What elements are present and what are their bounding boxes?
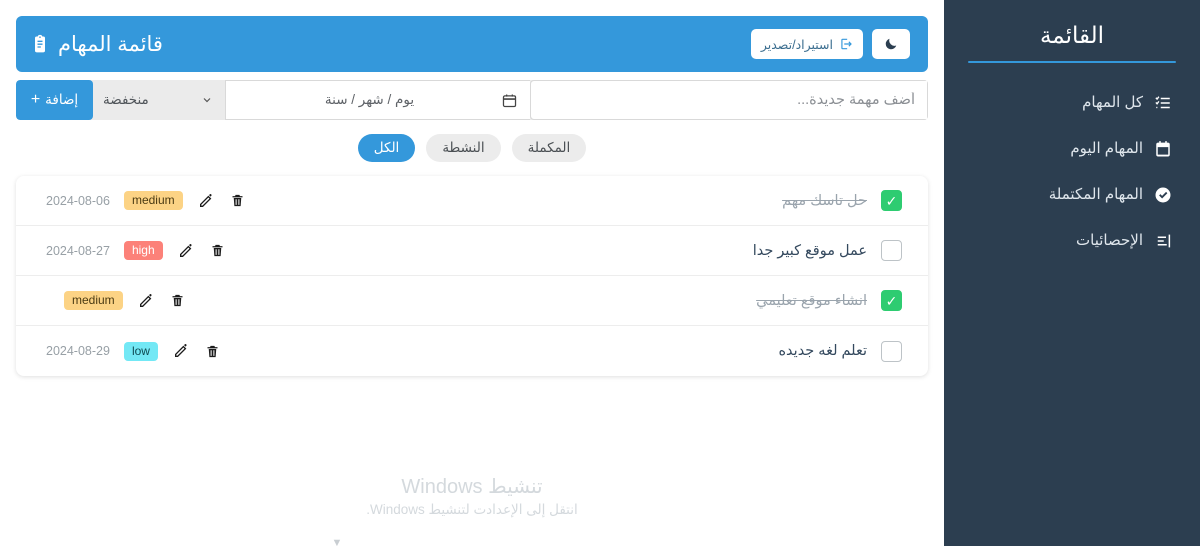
sidebar-item-label: كل المهام [1082, 94, 1143, 111]
calendar-icon[interactable] [501, 92, 518, 109]
task-checkbox[interactable]: ✓ [881, 190, 902, 211]
edit-task-button[interactable] [177, 242, 195, 260]
task-title[interactable]: تعلم لغه جديده [778, 343, 867, 359]
sidebar-item-label: المهام اليوم [1070, 140, 1143, 157]
scroll-indicator[interactable]: ▼ [330, 538, 344, 546]
priority-select-value: منخفضة [103, 92, 149, 107]
task-due-date: 2024-08-06 [46, 193, 110, 208]
filter-tabs: المكملة النشطة الكل [16, 134, 928, 162]
sidebar-item-all-tasks[interactable]: كل المهام [968, 85, 1176, 120]
new-task-input[interactable] [530, 80, 928, 120]
clipboard-icon [30, 33, 50, 55]
task-meta: 2024-08-27 high [46, 241, 227, 260]
task-main: ✓ حل تاسك مهم [782, 190, 902, 211]
task-main: عمل موقع كبير جدا [753, 240, 902, 261]
trash-icon [230, 193, 245, 208]
priority-badge: medium [64, 291, 123, 310]
task-title[interactable]: عمل موقع كبير جدا [753, 243, 867, 259]
sidebar: القائمة كل المهام المهام اليوم المهام ال… [944, 0, 1200, 546]
moon-icon [884, 37, 898, 51]
tab-active[interactable]: النشطة [426, 134, 501, 162]
tab-all[interactable]: الكل [357, 134, 416, 162]
table-row: ✓ حل تاسك مهم 2024-08-06 medium [16, 176, 928, 226]
delete-task-button[interactable] [169, 292, 187, 310]
calendar-icon [1153, 139, 1172, 158]
sidebar-nav: كل المهام المهام اليوم المهام المكتملة ا… [968, 85, 1176, 258]
sidebar-item-completed-tasks[interactable]: المهام المكتملة [968, 177, 1176, 212]
windows-activation-watermark: تنشيط Windows انتقل إلى الإعدادت لتنشيط … [0, 474, 944, 520]
watermark-line-2: انتقل إلى الإعدادت لتنشيط Windows. [366, 502, 578, 517]
page-title: قائمة المهام [58, 32, 163, 56]
sidebar-divider [968, 61, 1176, 63]
task-title[interactable]: انشاء موقع تعليمي [756, 293, 867, 309]
dark-mode-toggle-button[interactable] [872, 29, 910, 59]
import-export-button[interactable]: استيراد/تصدير [750, 29, 863, 59]
edit-icon [138, 293, 154, 309]
edit-icon [173, 343, 189, 359]
priority-badge: high [123, 241, 163, 260]
table-row: عمل موقع كبير جدا 2024-08-27 high [16, 226, 928, 276]
edit-icon [198, 193, 214, 209]
app-title: قائمة المهام [30, 33, 163, 55]
priority-badge: low [123, 341, 158, 361]
trash-icon [210, 243, 225, 258]
delete-task-button[interactable] [209, 242, 227, 260]
task-due-date: 2024-08-29 [46, 344, 110, 358]
edit-task-button[interactable] [197, 192, 215, 210]
task-meta: 2024-08-06 medium [46, 191, 247, 210]
sidebar-item-statistics[interactable]: الإحصائيات [968, 223, 1176, 258]
bar-chart-icon [1153, 231, 1172, 250]
add-task-row: يوم / شهر / سنة منخفضة إضافة + [16, 80, 928, 120]
list-check-icon [1153, 93, 1172, 112]
task-checkbox[interactable] [881, 240, 902, 261]
task-meta: medium [46, 291, 187, 310]
task-list: ✓ حل تاسك مهم 2024-08-06 medium عمل موقع… [16, 176, 928, 376]
check-circle-icon [1153, 185, 1172, 204]
task-checkbox[interactable]: ✓ [881, 290, 902, 311]
add-task-button[interactable]: إضافة + [16, 80, 93, 120]
sidebar-item-today-tasks[interactable]: المهام اليوم [968, 131, 1176, 166]
trash-icon [205, 344, 220, 359]
check-icon: ✓ [885, 292, 898, 309]
watermark-line-1: تنشيط Windows [401, 476, 543, 498]
task-checkbox[interactable] [881, 340, 902, 362]
priority-badge: medium [123, 191, 183, 210]
priority-select[interactable]: منخفضة [93, 80, 225, 120]
sidebar-item-label: الإحصائيات [1076, 232, 1143, 249]
app-root: استيراد/تصدير قائمة المهام يوم / شهر / س… [0, 0, 1200, 546]
check-icon: ✓ [885, 192, 898, 209]
edit-task-button[interactable] [137, 292, 155, 310]
task-main: تعلم لغه جديده [778, 340, 902, 362]
delete-task-button[interactable] [229, 192, 247, 210]
header-actions: استيراد/تصدير [750, 29, 910, 59]
sidebar-item-label: المهام المكتملة [1048, 186, 1143, 203]
task-meta: 2024-08-29 low [46, 341, 222, 361]
task-main: ✓ انشاء موقع تعليمي [756, 290, 902, 311]
due-date-placeholder: يوم / شهر / سنة [324, 92, 415, 107]
add-task-label: إضافة [45, 92, 79, 107]
task-due-date: 2024-08-27 [46, 243, 110, 258]
main-content: استيراد/تصدير قائمة المهام يوم / شهر / س… [0, 0, 944, 546]
table-row: تعلم لغه جديده 2024-08-29 low [16, 326, 928, 376]
tab-completed[interactable]: المكملة [511, 134, 587, 162]
sidebar-title: القائمة [1039, 22, 1105, 48]
due-date-input[interactable]: يوم / شهر / سنة [225, 80, 530, 120]
chevron-down-icon [201, 94, 213, 106]
table-row: ✓ انشاء موقع تعليمي medium [16, 276, 928, 326]
plus-icon: + [30, 91, 41, 108]
trash-icon [170, 293, 185, 308]
task-title[interactable]: حل تاسك مهم [782, 193, 867, 209]
import-export-label: استيراد/تصدير [760, 37, 833, 52]
delete-task-button[interactable] [204, 342, 222, 360]
edit-icon [178, 243, 194, 259]
import-export-icon [839, 37, 853, 51]
app-header: استيراد/تصدير قائمة المهام [16, 16, 928, 72]
edit-task-button[interactable] [172, 342, 190, 360]
